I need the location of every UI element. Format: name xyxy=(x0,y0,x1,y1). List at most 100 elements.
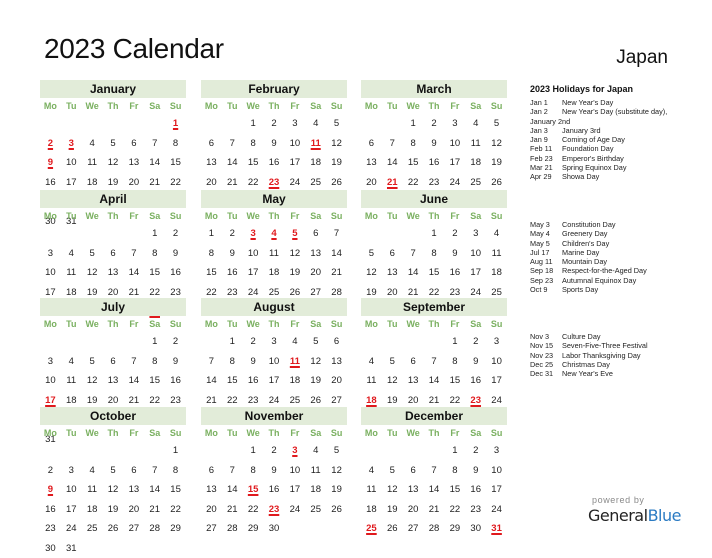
empty-cell xyxy=(61,441,82,461)
day-cell: 2 xyxy=(465,332,486,352)
day-cell: 10 xyxy=(284,134,305,154)
day-cell: 30 xyxy=(264,519,285,539)
day-cell: 5 xyxy=(326,114,347,134)
day-cell: 1 xyxy=(403,114,424,134)
weekday-label: Sa xyxy=(144,208,165,224)
day-cell: 4 xyxy=(305,441,326,461)
day-cell: 5 xyxy=(305,332,326,352)
day-cell: 5 xyxy=(103,134,124,154)
weekday-label: Fr xyxy=(444,98,465,114)
month-header: January xyxy=(40,80,186,98)
holiday-day-cell: 11 xyxy=(284,352,305,372)
day-cell: 4 xyxy=(465,114,486,134)
generalblue-logo[interactable]: GeneralBlue xyxy=(588,506,681,525)
day-cell: 26 xyxy=(326,500,347,520)
empty-cell xyxy=(403,224,424,244)
day-cell: 13 xyxy=(403,480,424,500)
weekday-label: Th xyxy=(424,208,445,224)
day-cell: 29 xyxy=(165,519,186,539)
weekday-label: Tu xyxy=(382,208,403,224)
month-december: DecemberMoTuWeThFrSaSu123456789101112131… xyxy=(361,407,507,539)
month-header: February xyxy=(201,80,347,98)
day-cell: 5 xyxy=(361,244,382,264)
day-cell: 21 xyxy=(222,500,243,520)
day-cell: 22 xyxy=(165,500,186,520)
day-cell: 27 xyxy=(201,519,222,539)
day-cell: 14 xyxy=(222,480,243,500)
weekday-label: We xyxy=(403,425,424,441)
weekday-label: We xyxy=(243,208,264,224)
weekday-label: Mo xyxy=(40,208,61,224)
empty-cell xyxy=(382,332,403,352)
day-cell: 11 xyxy=(82,153,103,173)
empty-cell xyxy=(403,332,424,352)
empty-cell xyxy=(201,114,222,134)
day-cell: 12 xyxy=(82,263,103,283)
day-cell: 11 xyxy=(361,371,382,391)
holiday-item: Jan 2New Year's Day (substitute day), xyxy=(530,107,710,116)
day-cell: 4 xyxy=(61,352,82,372)
empty-cell xyxy=(123,114,144,134)
holiday-item: Feb 23Emperor's Birthday xyxy=(530,154,710,163)
day-cell: 14 xyxy=(403,263,424,283)
day-cell: 7 xyxy=(222,134,243,154)
weekday-label: Mo xyxy=(40,98,61,114)
holiday-name: New Year's Day xyxy=(562,98,710,107)
day-cell: 10 xyxy=(486,461,507,481)
holiday-name: Emperor's Birthday xyxy=(562,154,710,163)
day-cell: 7 xyxy=(424,352,445,372)
day-cell: 19 xyxy=(103,500,124,520)
holiday-day-cell: 4 xyxy=(264,224,285,244)
day-cell: 10 xyxy=(40,371,61,391)
weekday-label: Th xyxy=(424,425,445,441)
day-cell: 6 xyxy=(201,461,222,481)
day-cell: 3 xyxy=(284,114,305,134)
holiday-date: Feb 11 xyxy=(530,144,562,153)
empty-cell xyxy=(82,224,103,244)
empty-cell xyxy=(61,224,82,244)
day-cell: 9 xyxy=(222,244,243,264)
day-cell: 2 xyxy=(243,332,264,352)
empty-cell xyxy=(82,114,103,134)
holiday-name-continued: January 2nd xyxy=(530,117,710,126)
weekday-label: Fr xyxy=(284,425,305,441)
empty-cell xyxy=(382,114,403,134)
day-cell: 9 xyxy=(264,134,285,154)
holiday-item: Nov 15Seven-Five-Three Festival xyxy=(530,341,710,350)
empty-cell xyxy=(103,332,124,352)
weekday-label: Sa xyxy=(144,98,165,114)
holiday-item: Nov 23Labor Thanksgiving Day xyxy=(530,351,710,360)
day-cell: 13 xyxy=(123,480,144,500)
day-cell: 27 xyxy=(123,519,144,539)
day-cell: 7 xyxy=(144,461,165,481)
day-cell: 18 xyxy=(82,500,103,520)
brand-general-text: General xyxy=(588,506,648,525)
day-cell: 15 xyxy=(403,153,424,173)
empty-cell xyxy=(61,114,82,134)
weekday-label: Fr xyxy=(123,208,144,224)
empty-cell xyxy=(123,441,144,461)
day-cell: 5 xyxy=(382,461,403,481)
empty-cell xyxy=(424,441,445,461)
day-cell: 15 xyxy=(165,153,186,173)
weekday-label: Fr xyxy=(444,425,465,441)
month-header: April xyxy=(40,190,186,208)
holiday-name: Seven-Five-Three Festival xyxy=(562,341,710,350)
weekday-label: We xyxy=(403,208,424,224)
day-cell: 11 xyxy=(465,134,486,154)
day-cell: 23 xyxy=(40,519,61,539)
day-cell: 18 xyxy=(264,263,285,283)
day-cell: 18 xyxy=(305,480,326,500)
day-cell: 9 xyxy=(243,352,264,372)
day-cell: 11 xyxy=(486,244,507,264)
day-cell: 10 xyxy=(243,244,264,264)
weekday-label: Fr xyxy=(284,316,305,332)
weekday-label: Sa xyxy=(305,425,326,441)
day-cell: 31 xyxy=(61,539,82,558)
holiday-name: Marine Day xyxy=(562,248,710,257)
country-label: Japan xyxy=(616,47,668,69)
holiday-date: Sep 18 xyxy=(530,266,562,275)
day-cell: 2 xyxy=(222,224,243,244)
holiday-name: Sports Day xyxy=(562,285,710,294)
day-cell: 4 xyxy=(61,244,82,264)
